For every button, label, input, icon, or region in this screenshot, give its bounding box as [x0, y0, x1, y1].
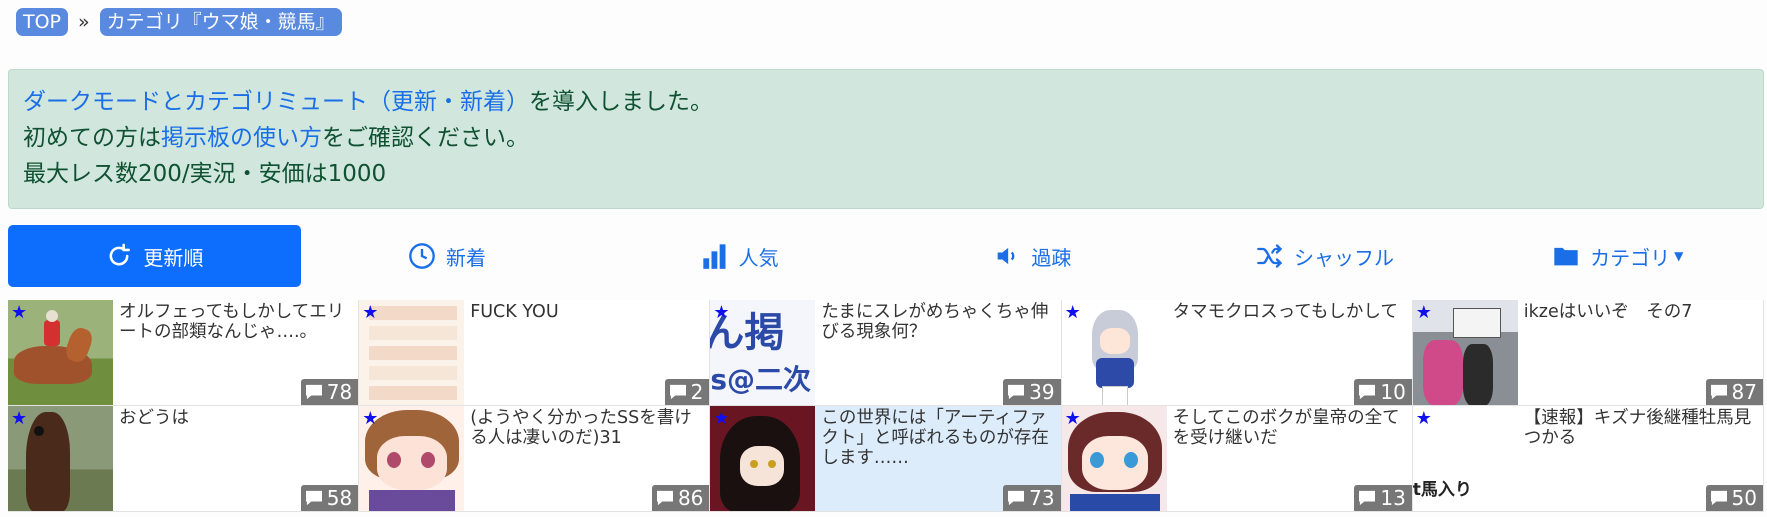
notice-line3: 最大レス数200/実況・安価は1000: [23, 161, 387, 187]
tab-shuffle[interactable]: シャッフル: [1179, 225, 1472, 287]
notice-line2-post: をご確認ください。: [322, 125, 529, 151]
speaker-icon: [998, 247, 1015, 265]
star-icon[interactable]: ★: [713, 410, 729, 428]
comment-icon: [1710, 490, 1727, 506]
notice-line2-pre: 初めての方は: [23, 125, 161, 151]
howto-link[interactable]: 掲示板の使い方: [161, 125, 322, 151]
star-icon[interactable]: ★: [362, 304, 378, 322]
comment-count: 78: [326, 380, 353, 404]
folder-icon: [1554, 247, 1578, 266]
comment-count-badge: 2: [664, 379, 710, 405]
comment-count-badge: 50: [1705, 485, 1763, 511]
tab-popular[interactable]: 人気: [593, 225, 886, 287]
breadcrumb-category-link[interactable]: カテゴリ『ウマ娘・競馬』: [99, 8, 342, 36]
shuffle-icon: [1257, 244, 1283, 268]
tab-label: シャッフル: [1294, 245, 1395, 270]
thread-card[interactable]: ★ タマモクロスってもしかして 10: [1061, 300, 1413, 406]
tab-label: 更新順: [143, 245, 204, 270]
comment-count: 39: [1029, 380, 1055, 404]
comment-icon: [669, 384, 686, 400]
comment-icon: [1008, 490, 1025, 506]
thread-card[interactable]: ★ FUCK YOU 2: [359, 300, 711, 406]
comment-count: 87: [1731, 380, 1757, 404]
comment-icon: [656, 490, 673, 506]
thread-card[interactable]: ★ そしてこのボクが皇帝の全てを受け継いだ 13: [1061, 406, 1413, 512]
breadcrumb-separator: »: [78, 11, 90, 33]
star-icon[interactable]: ★: [11, 304, 27, 322]
breadcrumb-top-link[interactable]: TOP: [16, 8, 69, 36]
refresh-icon: [109, 243, 131, 266]
comment-count: 50: [1731, 486, 1757, 510]
tab-label: 過疎: [1031, 245, 1072, 270]
thumbnail-text: t馬入り: [1412, 480, 1472, 500]
comment-count-badge: 78: [300, 379, 359, 405]
comment-count: 13: [1380, 486, 1406, 510]
comment-count-badge: 86: [651, 485, 710, 511]
star-icon[interactable]: ★: [713, 304, 729, 322]
comment-icon: [305, 384, 322, 400]
comment-icon: [305, 490, 322, 506]
comment-icon: [1359, 384, 1376, 400]
comment-count: 2: [690, 380, 704, 404]
comment-count-badge: 87: [1705, 379, 1763, 405]
star-icon[interactable]: ★: [11, 410, 27, 428]
comment-count: 58: [326, 486, 353, 510]
thread-card[interactable]: ★ おどうは 58: [8, 406, 360, 512]
comment-count-badge: 39: [1003, 379, 1061, 405]
tab-new[interactable]: 新着: [301, 225, 594, 287]
tab-label: 新着: [446, 245, 486, 270]
tab-update-order[interactable]: 更新順: [8, 225, 301, 287]
thread-grid: ★ オルフェってもしかしてエリートの部類なんじゃ….。 78 ★ FUCK YO…: [8, 300, 1764, 517]
comment-count-badge: 73: [1003, 485, 1061, 511]
comment-icon: [1008, 384, 1025, 400]
thread-card[interactable]: ★ この世界には「アーティファクト」と呼ばれるものが存在します…… 73: [710, 406, 1062, 512]
star-icon[interactable]: ★: [1065, 304, 1081, 322]
comment-count: 73: [1029, 486, 1055, 510]
notice-box: ダークモードとカテゴリミュート（更新・新着）を導入しました。 初めての方は掲示板…: [8, 69, 1764, 209]
comment-count-badge: 10: [1354, 379, 1412, 405]
thumbnail-text: s@二次: [710, 363, 812, 396]
star-icon[interactable]: ★: [362, 410, 378, 428]
thread-card[interactable]: ★ ikzeはいいぞ その7 87: [1412, 300, 1764, 406]
caret-down-icon: ▼: [1674, 249, 1684, 263]
thread-card[interactable]: t馬入り ★ 【速報】キズナ後継種牡馬見つかる 50: [1412, 406, 1764, 512]
comment-icon: [1359, 490, 1376, 506]
thread-card[interactable]: ★ (ようやく分かったSSを書ける人は凄いのだ)31 86: [359, 406, 711, 512]
breadcrumb: TOP » カテゴリ『ウマ娘・競馬』: [16, 6, 342, 38]
star-icon[interactable]: ★: [1065, 410, 1081, 428]
thread-card[interactable]: ん掲 s@二次 ★ たまにスレがめちゃくちゃ伸びる現象何？ 39: [710, 300, 1062, 406]
tab-label: 人気: [738, 245, 779, 270]
sort-tabs: 更新順 新着 人気 過疎 シャッフル カテゴリ ▼: [8, 225, 1764, 287]
comment-count-badge: 58: [300, 485, 359, 511]
tab-label: カテゴリ: [1590, 245, 1671, 270]
comment-count-badge: 13: [1354, 485, 1412, 511]
star-icon[interactable]: ★: [1416, 304, 1432, 322]
bar-chart-icon: [703, 244, 726, 269]
thread-card[interactable]: ★ オルフェってもしかしてエリートの部類なんじゃ….。 78: [8, 300, 360, 406]
darkmode-link[interactable]: ダークモードとカテゴリミュート（更新・新着）: [23, 89, 529, 115]
star-icon[interactable]: ★: [1416, 410, 1432, 428]
tab-category-dropdown[interactable]: カテゴリ ▼: [1471, 225, 1764, 287]
clock-icon: [409, 243, 435, 269]
comment-count: 10: [1380, 380, 1406, 404]
notice-line1-text: を導入しました。: [529, 89, 713, 115]
comment-icon: [1710, 384, 1727, 400]
comment-count: 86: [677, 486, 704, 510]
tab-sparse[interactable]: 過疎: [886, 225, 1179, 287]
